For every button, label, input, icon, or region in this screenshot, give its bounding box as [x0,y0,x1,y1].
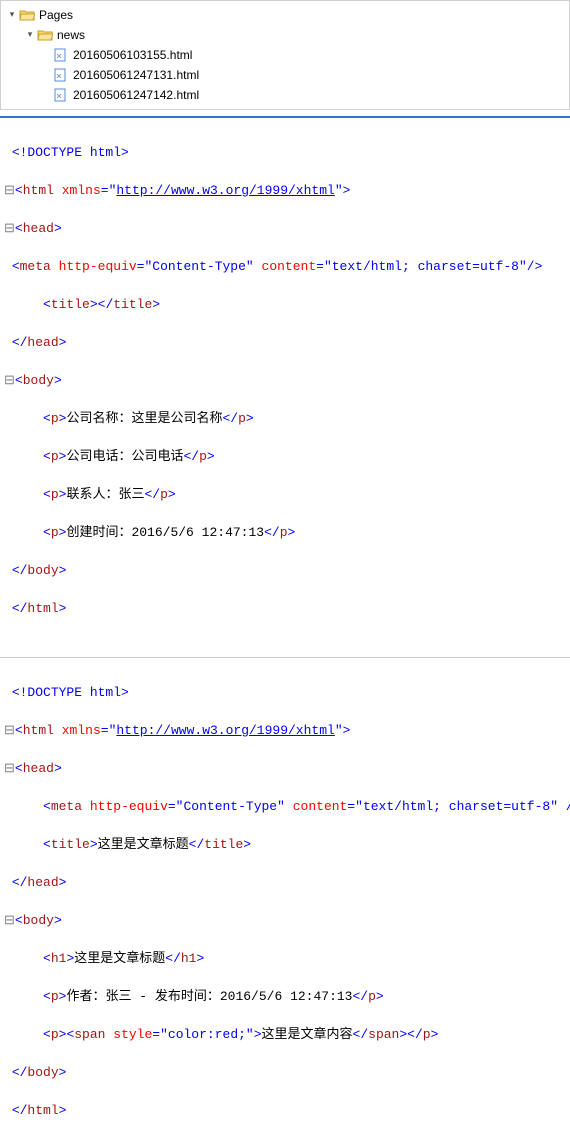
code-line: <p>联系人：张三</p> [4,485,570,504]
file-tree: ▾ Pages ▾ news 20160506103155.html 20160… [0,0,570,110]
code-line: ⊟<body> [4,371,570,390]
tree-file-label: 20160506103155.html [73,45,192,65]
tree-file[interactable]: 201605061247131.html [7,65,563,85]
code-line: <p>创建时间：2016/5/6 12:47:13</p> [4,523,570,542]
tree-folder-pages[interactable]: ▾ Pages [7,5,563,25]
code-line: <title>这里是文章标题</title> [4,835,570,854]
tree-file[interactable]: 20160506103155.html [7,45,563,65]
tree-label: news [57,25,85,45]
code-line: <meta http-equiv="Content-Type" content=… [4,797,570,816]
html-file-icon [53,88,69,102]
collapse-arrow-icon[interactable]: ▾ [25,30,35,40]
tag-doctype: <!DOCTYPE html [12,145,121,160]
code-line: ⊟<head> [4,219,570,238]
code-line: <p>公司电话：公司电话</p> [4,447,570,466]
tree-folder-news[interactable]: ▾ news [7,25,563,45]
code-line: <p>公司名称：这里是公司名称</p> [4,409,570,428]
collapse-arrow-icon[interactable]: ▾ [7,10,17,20]
folder-open-icon [19,8,35,22]
code-line: </body> [4,561,570,580]
code-line: </head> [4,333,570,352]
html-file-icon [53,48,69,62]
code-line: ⊟<html xmlns="http://www.w3.org/1999/xht… [4,721,570,740]
code-line: ⊟<html xmlns="http://www.w3.org/1999/xht… [4,181,570,200]
code-line: <title></title> [4,295,570,314]
code-line: </body> [4,1063,570,1082]
code-line: ⊟<body> [4,911,570,930]
code-line: <p>作者：张三 - 发布时间：2016/5/6 12:47:13</p> [4,987,570,1006]
tree-file[interactable]: 201605061247142.html [7,85,563,105]
tree-label: Pages [39,5,73,25]
code-line: ⊟<head> [4,759,570,778]
code-line: <meta http-equiv="Content-Type" content=… [4,257,570,276]
folder-open-icon [37,28,53,42]
code-line: </html> [4,599,570,618]
separator [0,657,570,658]
tree-file-label: 201605061247131.html [73,65,199,85]
code-line: <!DOCTYPE html> [4,683,570,702]
tree-file-label: 201605061247142.html [73,85,199,105]
watermark: 查字典 | 教程网 jiaocheng.chazidian.com [349,1121,564,1122]
code-block-2: <!DOCTYPE html> ⊟<html xmlns="http://www… [0,664,570,1122]
code-line: <!DOCTYPE html> [4,143,570,162]
html-file-icon [53,68,69,82]
separator [0,116,570,118]
code-line: <h1>这里是文章标题</h1> [4,949,570,968]
code-line: </html> [4,1101,570,1120]
code-block-1: <!DOCTYPE html> ⊟<html xmlns="http://www… [0,124,570,637]
code-line: </head> [4,873,570,892]
code-line: <p><span style="color:red;">这里是文章内容</spa… [4,1025,570,1044]
